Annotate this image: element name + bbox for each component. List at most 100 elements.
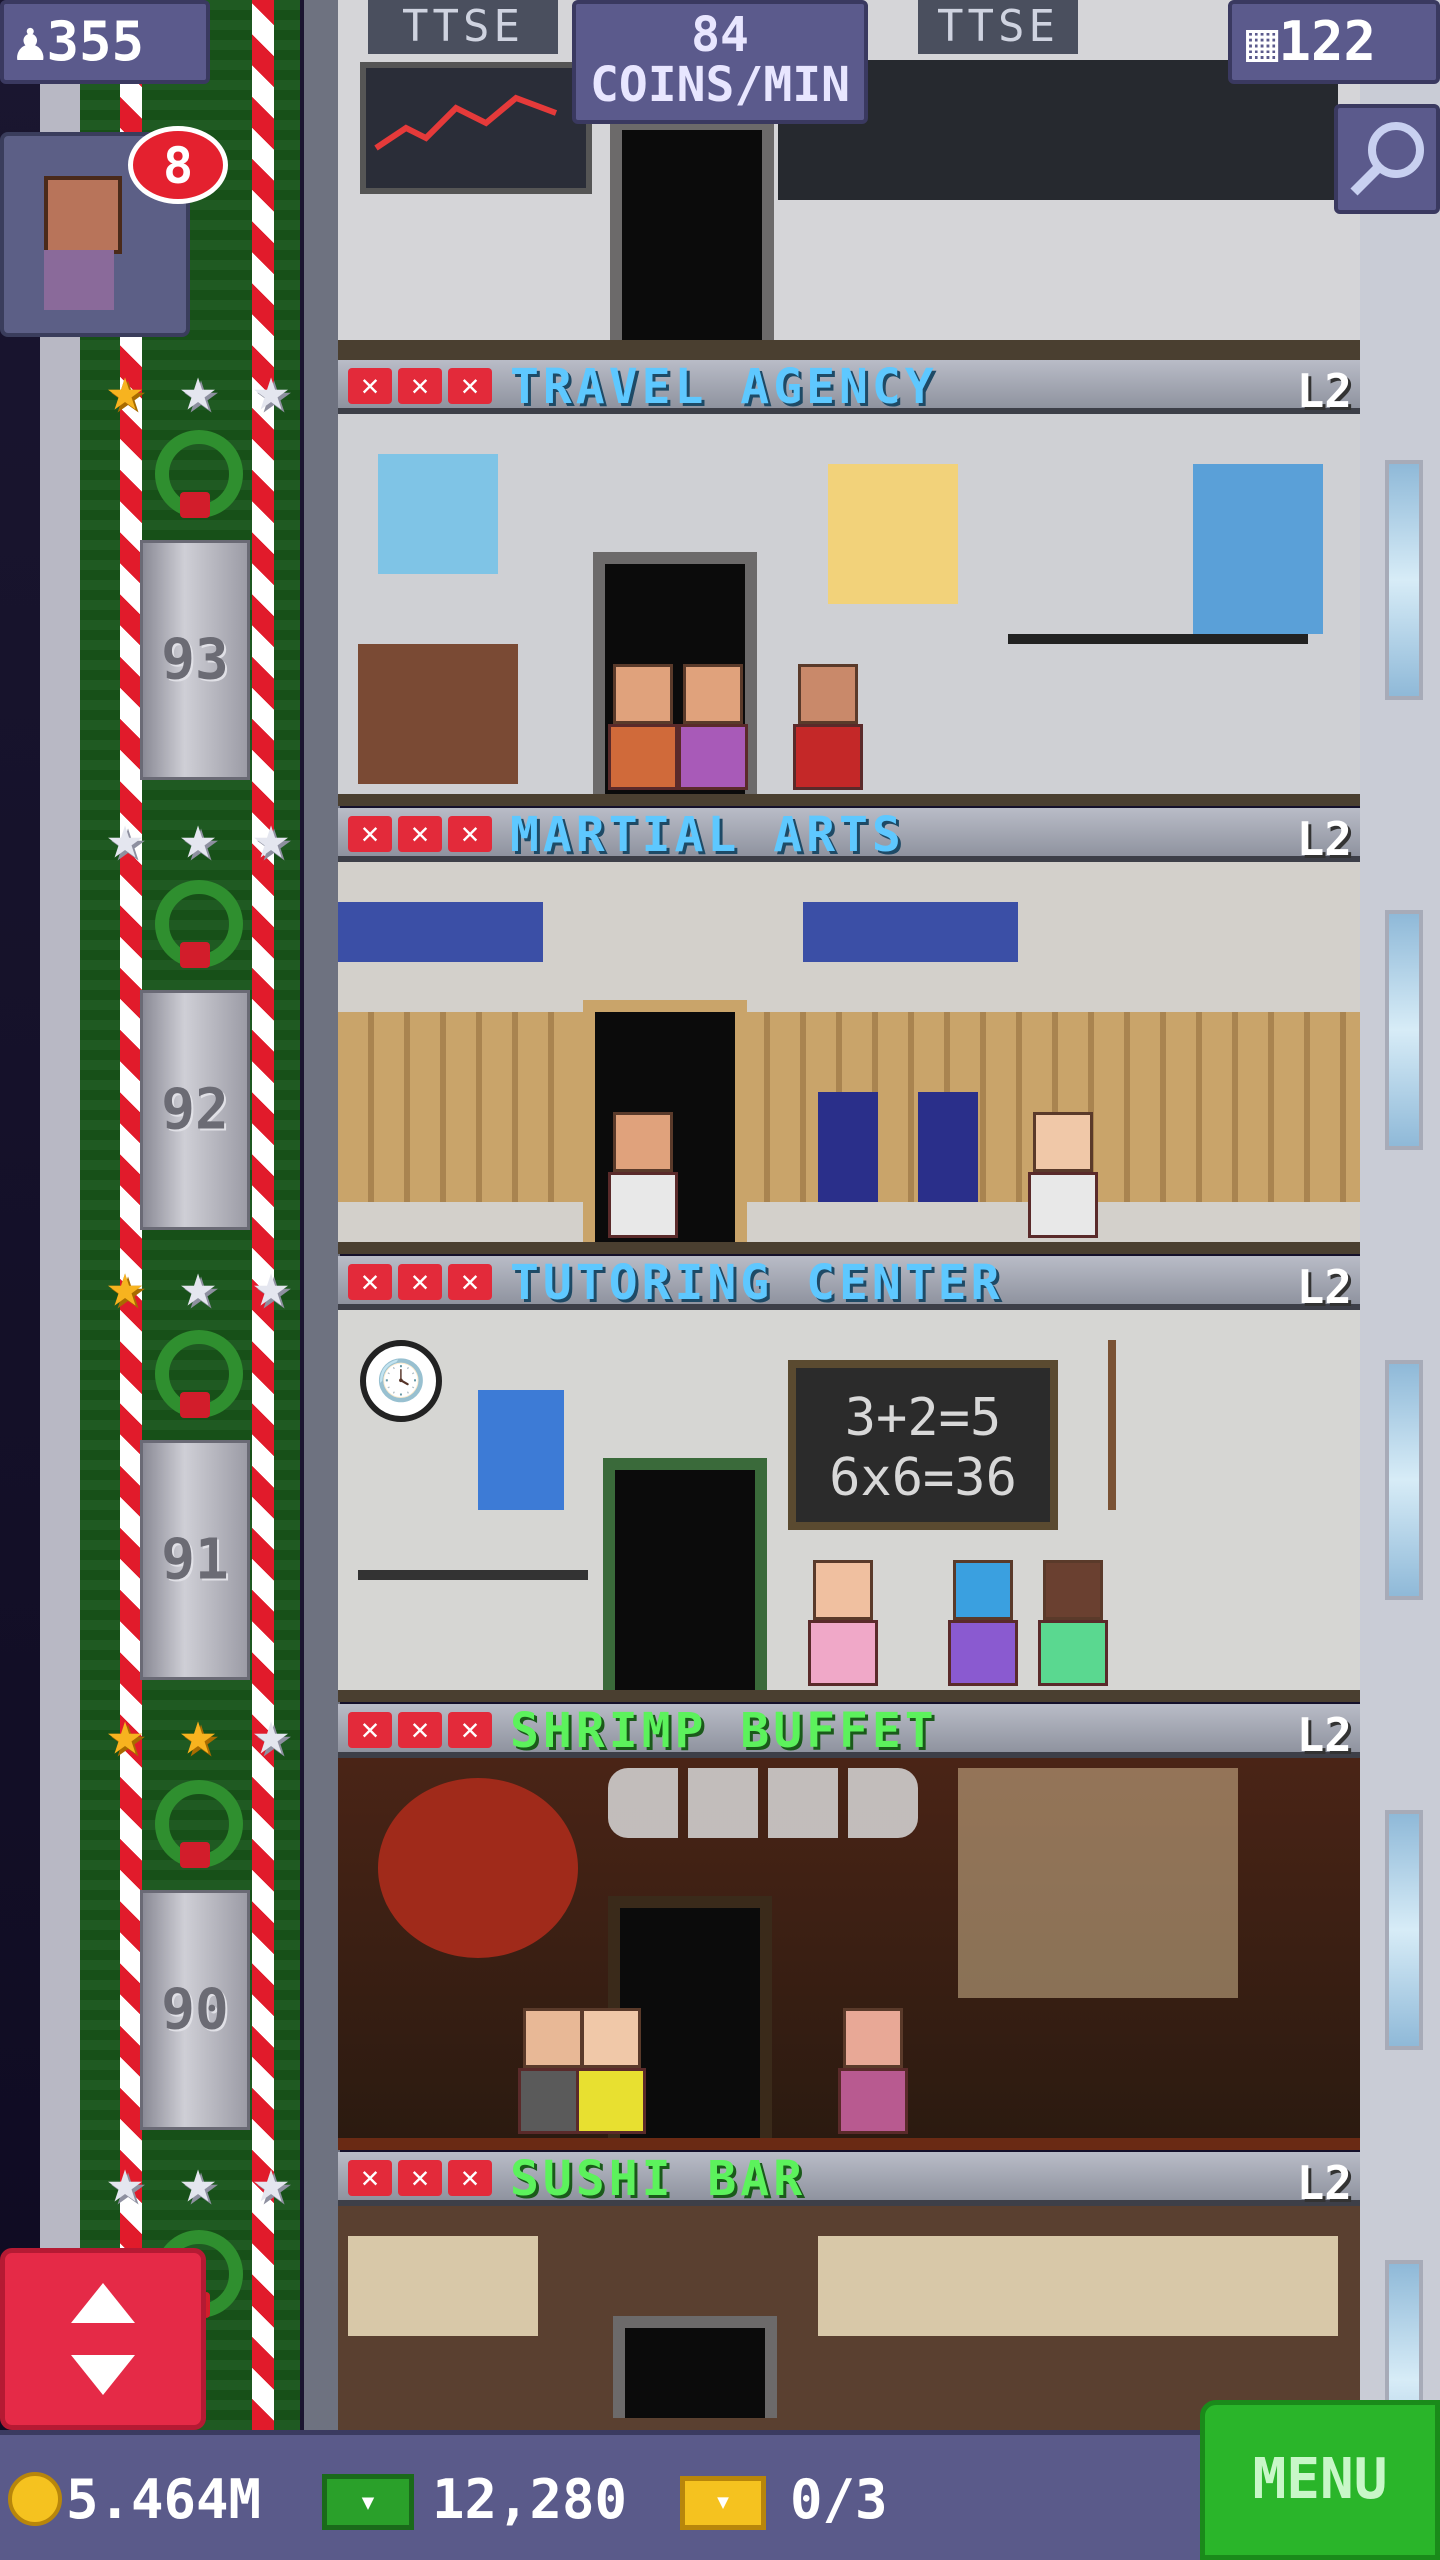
elevator-car-90[interactable]: 90 bbox=[140, 1890, 250, 2130]
avatar-body bbox=[44, 250, 114, 310]
floor-name: SHRIMP BUFFET bbox=[510, 1703, 938, 1759]
star-icon: ★ bbox=[252, 2144, 290, 2217]
room-interior bbox=[338, 1758, 1360, 2150]
bitizen[interactable] bbox=[1028, 1112, 1098, 1242]
bitizen[interactable] bbox=[678, 664, 748, 794]
room-interior: 🕓 3+2=5 6x6=36 bbox=[338, 1310, 1360, 1702]
population-counter[interactable]: ♟355 bbox=[0, 0, 210, 84]
floor-travel-agency[interactable]: ✕ ✕ ✕ TRAVEL AGENCY L2 bbox=[338, 360, 1360, 808]
elevator-button[interactable] bbox=[0, 2248, 206, 2430]
tickets-value[interactable]: 0/3 bbox=[790, 2470, 888, 2530]
floor-name: TUTORING CENTER bbox=[510, 1255, 1004, 1311]
coins-per-min-value: 84 bbox=[691, 7, 749, 63]
ticket-icon: ▾ bbox=[680, 2476, 766, 2530]
floor-shrimp-buffet[interactable]: ✕ ✕ ✕ SHRIMP BUFFET L2 bbox=[338, 1704, 1360, 2152]
stock-indicators: ✕ ✕ ✕ bbox=[348, 368, 492, 404]
stock-empty-icon: ✕ bbox=[398, 1264, 442, 1300]
floor-bar bbox=[338, 340, 1360, 360]
wreath-icon bbox=[140, 1320, 250, 1430]
bookshelf bbox=[1108, 1340, 1226, 1510]
up-down-arrows-icon bbox=[71, 2283, 135, 2395]
coin-icon bbox=[8, 2472, 62, 2526]
chalkboard-line: 6x6=36 bbox=[829, 1448, 1017, 1508]
floor-header: ✕ ✕ ✕ TUTORING CENTER L2 bbox=[338, 1255, 1360, 1314]
apple-poster bbox=[478, 1390, 564, 1510]
stock-empty-icon: ✕ bbox=[348, 368, 392, 404]
floor-header: ✕ ✕ ✕ SUSHI BAR L2 bbox=[338, 2152, 1360, 2210]
floor-header: ✕ ✕ ✕ MARTIAL ARTS L2 bbox=[338, 807, 1360, 866]
star-icon: ★ bbox=[252, 352, 290, 425]
floor-martial-arts[interactable]: ✕ ✕ ✕ MARTIAL ARTS L2 bbox=[338, 808, 1360, 1256]
stock-empty-icon: ✕ bbox=[348, 2160, 392, 2196]
sky-strip bbox=[0, 0, 40, 2430]
bitizen[interactable] bbox=[948, 1560, 1018, 1690]
punching-bag bbox=[918, 1092, 978, 1202]
stock-empty-icon: ✕ bbox=[448, 1264, 492, 1300]
elevator-car-91[interactable]: 91 bbox=[140, 1440, 250, 1680]
room-interior bbox=[338, 862, 1360, 1254]
star-icon: ★ bbox=[179, 1248, 217, 1321]
floor-level: L2 bbox=[1296, 364, 1352, 418]
floor-stars-sushi-bar: ★ ★ ★ bbox=[92, 2148, 304, 2218]
menu-button[interactable]: MENU bbox=[1200, 2400, 1440, 2560]
coins-per-min-panel: 84 COINS/MIN bbox=[572, 0, 868, 124]
shoji-panel bbox=[818, 2236, 1338, 2336]
star-icon: ★ bbox=[106, 352, 144, 425]
star-icon: ★ bbox=[106, 2144, 144, 2217]
bitizen[interactable] bbox=[808, 1560, 878, 1690]
room-interior bbox=[338, 414, 1360, 806]
bitizen[interactable] bbox=[576, 2008, 646, 2138]
shoji-panel bbox=[348, 2236, 538, 2336]
stock-empty-icon: ✕ bbox=[398, 1712, 442, 1748]
island-poster bbox=[828, 464, 958, 604]
stock-empty-icon: ✕ bbox=[348, 1264, 392, 1300]
star-icon: ★ bbox=[179, 1696, 217, 1769]
shrimp-art bbox=[378, 1778, 578, 1958]
structural-beam bbox=[304, 0, 340, 2430]
wreath-icon bbox=[140, 1770, 250, 1880]
floor-tutoring-center[interactable]: ✕ ✕ ✕ TUTORING CENTER L2 🕓 3+2=5 6x6=36 bbox=[338, 1256, 1360, 1704]
floor-name: MARTIAL ARTS bbox=[510, 807, 905, 863]
window bbox=[1385, 1810, 1423, 2050]
outer-wall bbox=[40, 0, 80, 2430]
stock-empty-icon: ✕ bbox=[448, 1712, 492, 1748]
elevator-car-92[interactable]: 92 bbox=[140, 990, 250, 1230]
bitizen[interactable] bbox=[608, 664, 678, 794]
bitizen[interactable] bbox=[608, 1112, 678, 1242]
stock-empty-icon: ✕ bbox=[348, 1712, 392, 1748]
wreath-icon bbox=[140, 870, 250, 980]
person-icon: ♟ bbox=[14, 10, 47, 73]
floor-counter[interactable]: ▦122 bbox=[1228, 0, 1440, 84]
floor-stars-travel-agency: ★ ★ ★ bbox=[92, 356, 304, 426]
chalkboard-line: 3+2=5 bbox=[844, 1388, 1002, 1448]
notification-badge[interactable]: 8 bbox=[128, 126, 228, 204]
star-icon: ★ bbox=[179, 2144, 217, 2217]
stock-empty-icon: ✕ bbox=[448, 816, 492, 852]
buffet-counter bbox=[958, 1768, 1238, 1998]
stock-empty-icon: ✕ bbox=[398, 816, 442, 852]
brochure-shelf bbox=[358, 644, 518, 784]
stock-indicators: ✕ ✕ ✕ bbox=[348, 1712, 492, 1748]
floor-level: L2 bbox=[1296, 812, 1352, 866]
stock-empty-icon: ✕ bbox=[398, 368, 442, 404]
door bbox=[610, 118, 774, 350]
chalkboard: 3+2=5 6x6=36 bbox=[788, 1360, 1058, 1530]
desk bbox=[358, 1570, 588, 1690]
floor-header: ✕ ✕ ✕ SHRIMP BUFFET L2 bbox=[338, 1703, 1360, 1762]
floor-sushi-bar[interactable]: ✕ ✕ ✕ SUSHI BAR L2 bbox=[338, 2152, 1360, 2430]
search-button[interactable] bbox=[1334, 104, 1440, 214]
coins-value[interactable]: 5.464M bbox=[66, 2470, 261, 2530]
window bbox=[1385, 460, 1423, 700]
floor-number: 91 bbox=[161, 1527, 229, 1593]
bitizen[interactable] bbox=[1038, 1560, 1108, 1690]
floor-number: 93 bbox=[161, 627, 229, 693]
star-icon: ★ bbox=[179, 800, 217, 873]
bitizen[interactable] bbox=[793, 664, 863, 794]
floor-name: TRAVEL AGENCY bbox=[510, 359, 938, 415]
bitizen[interactable] bbox=[838, 2008, 908, 2138]
bux-value[interactable]: 12,280 bbox=[432, 2470, 627, 2530]
exterior-wall bbox=[1360, 0, 1440, 2430]
wreath-icon bbox=[140, 420, 250, 530]
elevator-car-93[interactable]: 93 bbox=[140, 540, 250, 780]
clock-icon: 🕓 bbox=[360, 1340, 442, 1422]
